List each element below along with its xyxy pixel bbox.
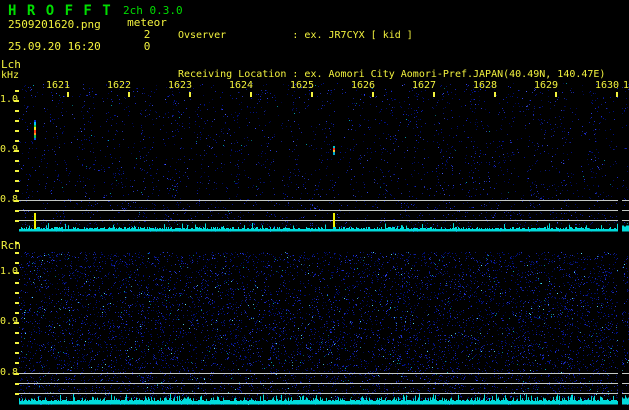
hrofft-screen: { "app": { "title": "H R O F F T", "vers… (0, 0, 629, 410)
freq-major-tick (14, 150, 19, 152)
freq-minor-tick (15, 352, 19, 354)
time-tick (250, 92, 252, 97)
time-label: 1625 (289, 80, 315, 91)
freq-minor-tick (15, 383, 19, 385)
time-label: 1629 (533, 80, 559, 91)
time-label: 1628 (472, 80, 498, 91)
time-tick (189, 92, 191, 97)
time-tick (433, 92, 435, 97)
lch-spectrogram (19, 83, 629, 232)
freq-minor-tick (15, 220, 19, 222)
time-tick (494, 92, 496, 97)
freq-minor-tick (15, 180, 19, 182)
freq-major-tick (14, 200, 19, 202)
freq-minor-tick (15, 242, 19, 244)
freq-minor-tick (15, 252, 19, 254)
observer-line: Ovserver : ex. JR7CYX [ kid ] (178, 30, 413, 41)
freq-minor-tick (15, 282, 19, 284)
file-name: 2509201620.png (8, 18, 101, 31)
freq-minor-tick (15, 190, 19, 192)
timestamp: 25.09.20 16:20 (8, 40, 101, 53)
freq-minor-tick (15, 362, 19, 364)
freq-minor-tick (15, 312, 19, 314)
time-tick (372, 92, 374, 97)
freq-minor-tick (15, 130, 19, 132)
freq-major-tick (14, 373, 19, 375)
rch-meteor-count: 0 (143, 40, 151, 53)
freq-minor-tick (15, 110, 19, 112)
time-label: 1630 (594, 80, 620, 91)
time-tick (555, 92, 557, 97)
freq-minor-tick (15, 210, 19, 212)
app-title: H R O F F T (8, 3, 112, 19)
time-label: 1626 (350, 80, 376, 91)
freq-major-tick (14, 272, 19, 274)
freq-major-tick (14, 100, 19, 102)
time-tick (128, 92, 130, 97)
time-label-partial: 16 (623, 80, 629, 91)
time-tick (67, 92, 69, 97)
freq-minor-tick (15, 292, 19, 294)
time-label: 1624 (228, 80, 254, 91)
freq-minor-tick (15, 90, 19, 92)
rch-spectrogram (19, 252, 629, 405)
freq-minor-tick (15, 170, 19, 172)
khz-unit-label: kHz (1, 70, 20, 81)
time-tick (616, 92, 618, 97)
time-tick (311, 92, 313, 97)
freq-minor-tick (15, 160, 19, 162)
time-label: 1627 (411, 80, 437, 91)
time-label: 1623 (167, 80, 193, 91)
freq-minor-tick (15, 332, 19, 334)
freq-major-tick (14, 322, 19, 324)
freq-minor-tick (15, 120, 19, 122)
freq-minor-tick (15, 140, 19, 142)
freq-minor-tick (15, 302, 19, 304)
freq-minor-tick (15, 262, 19, 264)
time-label: 1621 (45, 80, 71, 91)
freq-minor-tick (15, 393, 19, 395)
freq-minor-tick (15, 342, 19, 344)
time-label: 1622 (106, 80, 132, 91)
